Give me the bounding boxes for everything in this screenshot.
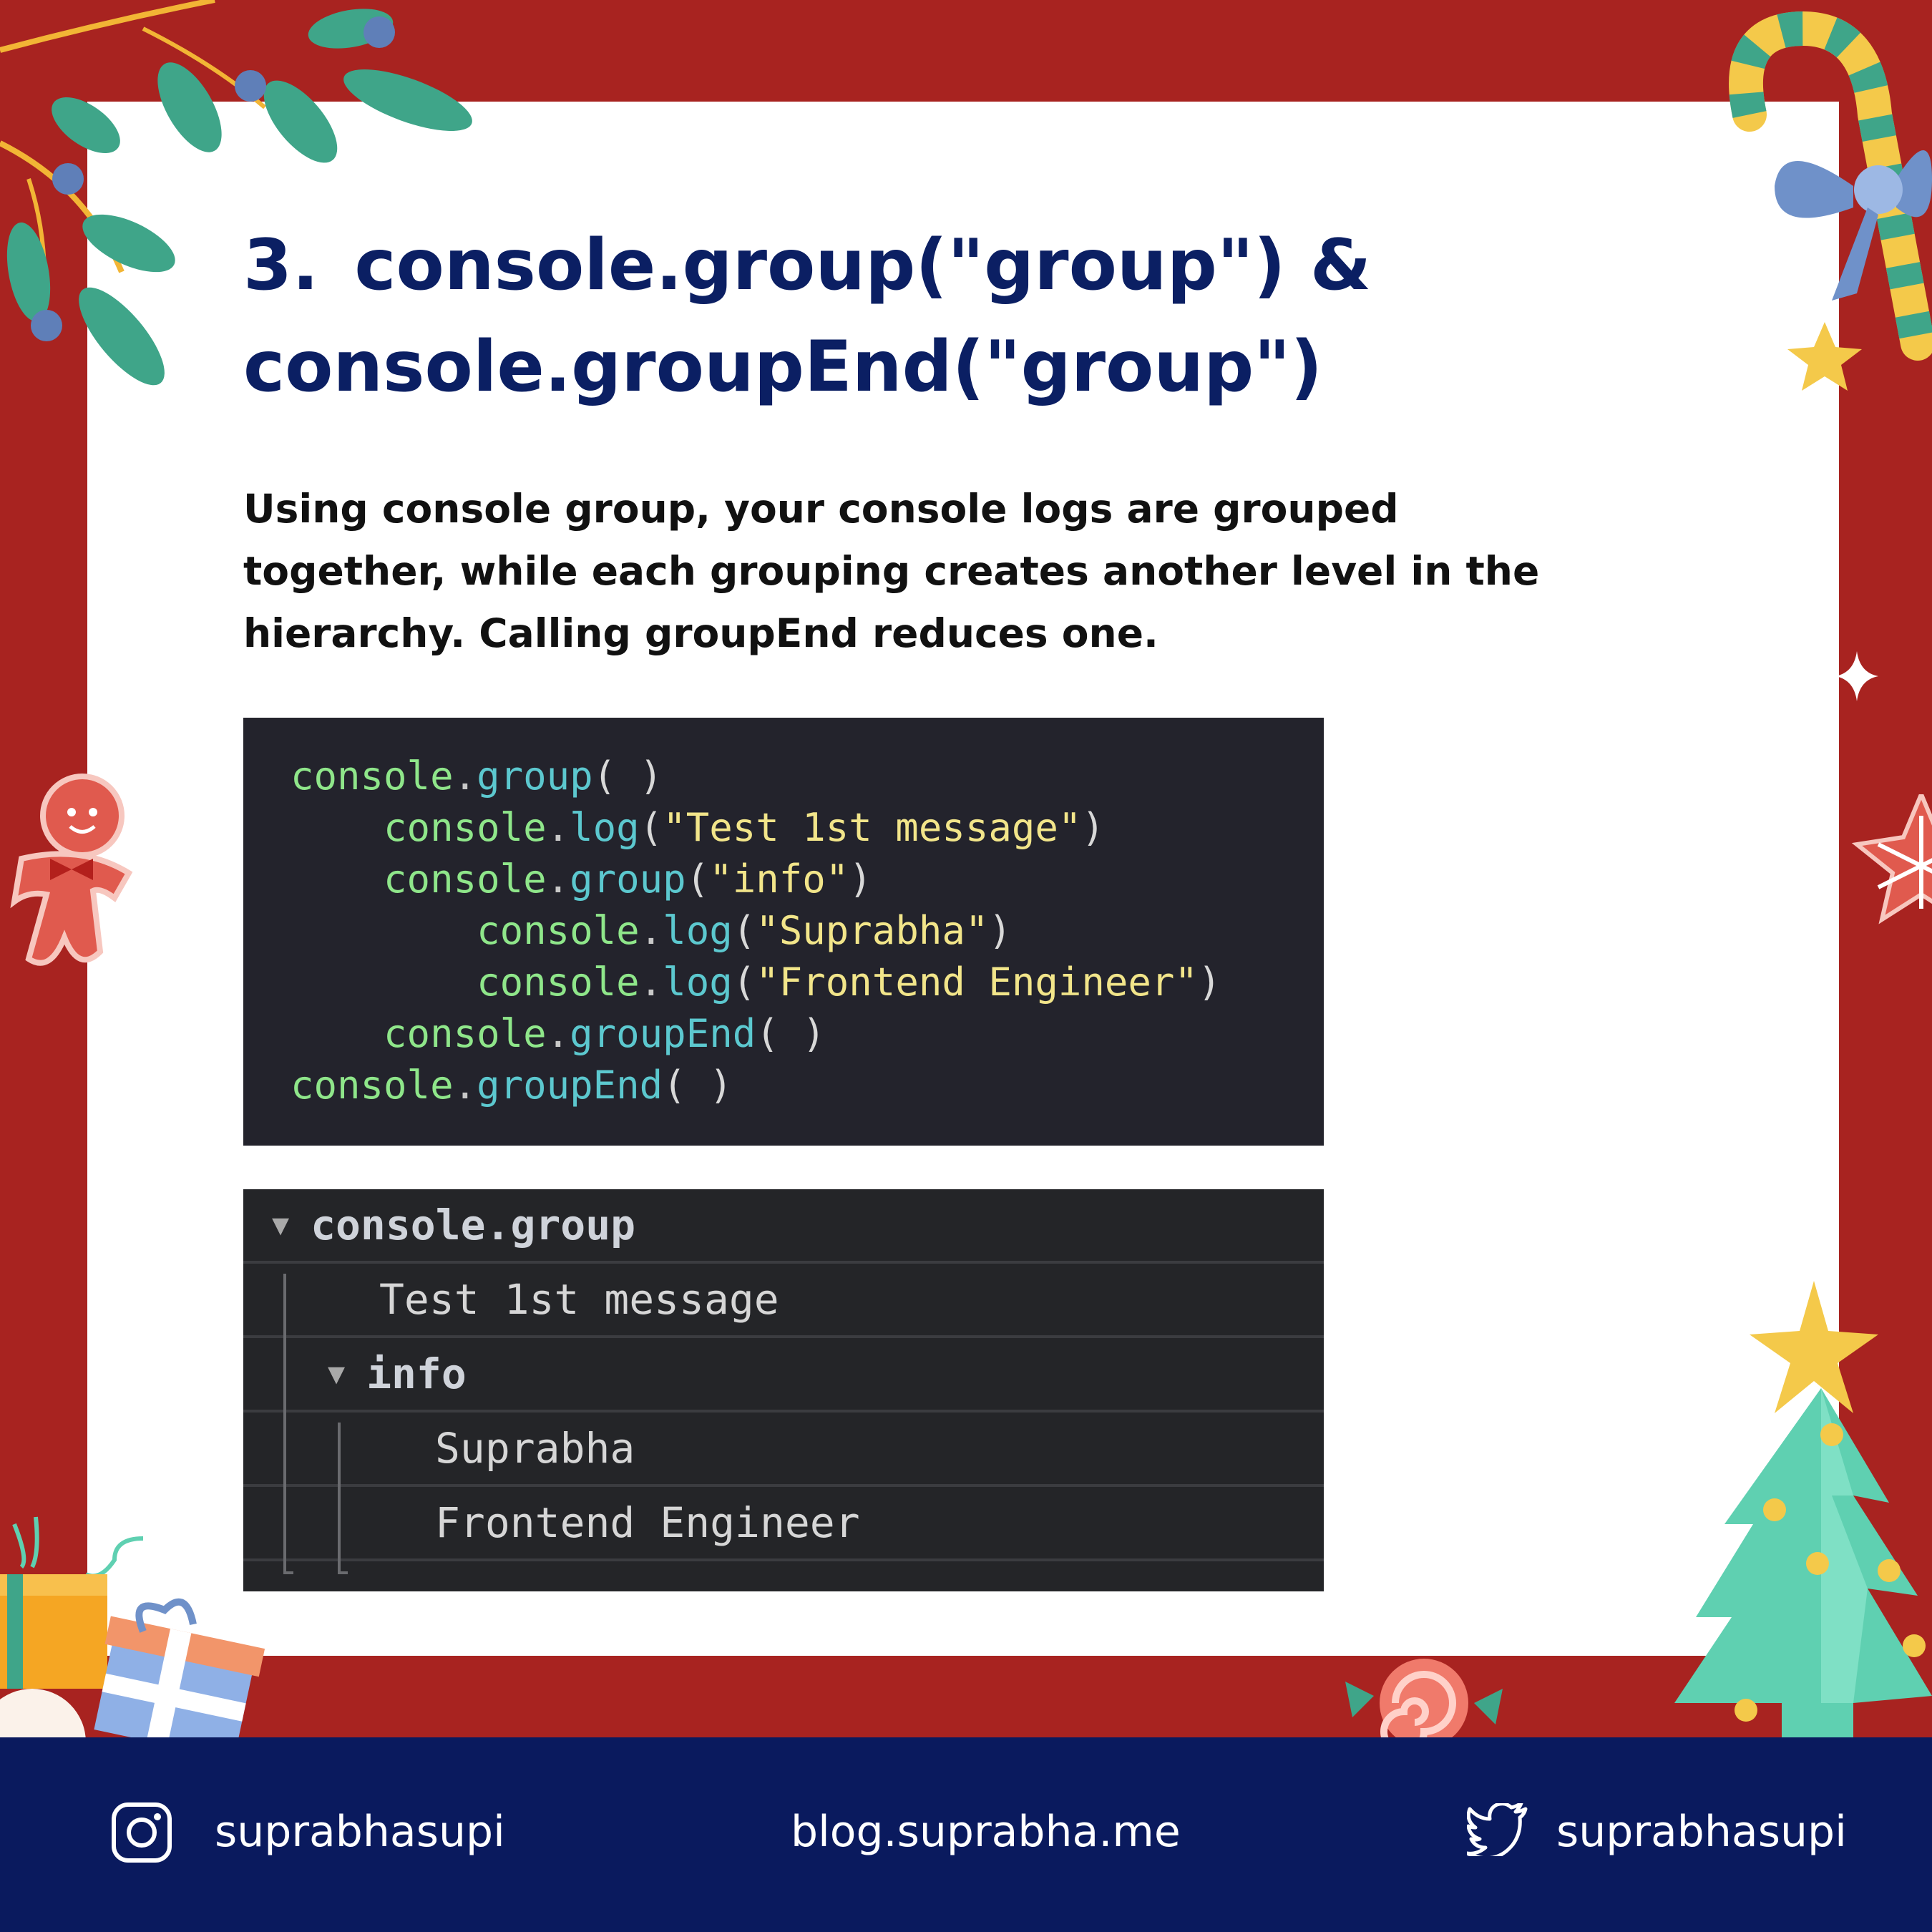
swirl-candy-decoration [1345,1659,1503,1746]
group-indent-line [283,1274,286,1574]
gift-boxes-decoration [0,1516,265,1746]
instagram-handle[interactable]: suprabhasupi [215,1803,505,1860]
candy-cane-decoration [1729,11,1932,391]
title-line-1: console.group("group") & [354,225,1372,306]
christmas-tree-decoration [1674,1281,1932,1739]
code-token: ( ) [663,1063,733,1108]
code-token: console [291,960,640,1005]
group-indent-line [338,1423,341,1574]
code-token: "Test 1st message" [663,805,1082,850]
code-token: . [639,908,663,953]
code-token: group [477,753,593,799]
console-group-label: console.group [311,1201,636,1249]
console-log-text: Frontend Engineer [435,1498,860,1547]
instagram-icon[interactable] [111,1802,172,1863]
code-token: ( [732,908,756,953]
code-token: log [663,960,733,1005]
code-snippet: console.group( ) console.log("Test 1st m… [243,718,1324,1146]
console-log-row: Test 1st message [243,1264,1324,1338]
code-token: console [291,753,454,799]
group-indent-line [338,1571,348,1574]
code-token: . [546,857,570,902]
expand-triangle-icon[interactable]: ▼ [328,1357,345,1390]
console-log-text: Suprabha [435,1424,635,1473]
code-token: ( [686,857,710,902]
sparkle-decoration [1835,651,1878,701]
twitter-icon[interactable] [1467,1803,1528,1856]
code-token: console [291,805,547,850]
code-token: log [663,908,733,953]
blog-link[interactable]: blog.suprabha.me [791,1803,1181,1860]
code-token: ) [988,908,1012,953]
code-line: console.log("Test 1st message") [291,802,1324,854]
console-log-text: Test 1st message [379,1275,779,1324]
code-line: console.log("Suprabha") [291,905,1324,957]
code-token: console [291,1063,454,1108]
title-number: 3. [243,225,319,306]
code-token: console [291,1011,547,1056]
code-token: console [291,857,547,902]
console-log-row: Suprabha [243,1413,1324,1487]
page-title: 3. console.group("group") & console.group… [243,215,1603,418]
code-line: console.groupEnd( ) [291,1008,1324,1060]
console-log-row: Frontend Engineer [243,1487,1324,1561]
code-line: console.group("info") [291,854,1324,905]
code-token: console [291,908,640,953]
code-token: . [546,805,570,850]
gingerbread-decoration [10,774,133,966]
code-token: ) [849,857,872,902]
title-line-2: console.groupEnd("group") [243,326,1323,408]
console-subgroup-label: info [366,1350,467,1398]
code-token: log [570,805,640,850]
snowflake-cookie-decoration [1851,794,1932,924]
code-token: ( [732,960,756,1005]
code-token: . [546,1011,570,1056]
code-token: group [570,857,686,902]
code-token: groupEnd [477,1063,663,1108]
code-token: . [453,1063,477,1108]
console-subgroup-row[interactable]: ▼ info [243,1338,1324,1413]
code-token: ( ) [592,753,663,799]
code-line: console.group( ) [291,751,1324,802]
code-token: groupEnd [570,1011,756,1056]
code-token: . [453,753,477,799]
console-output-panel: ▼ console.group Test 1st message ▼ info … [243,1189,1324,1591]
code-token: "Suprabha" [756,908,989,953]
expand-triangle-icon[interactable]: ▼ [272,1209,289,1241]
code-line: console.log("Frontend Engineer") [291,957,1324,1008]
code-line: console.groupEnd( ) [291,1060,1324,1111]
code-token: . [639,960,663,1005]
code-token: ) [1197,960,1221,1005]
console-group-row[interactable]: ▼ console.group [243,1189,1324,1264]
description-text: Using console group, your console logs a… [243,486,1540,656]
code-token: ( ) [756,1011,826,1056]
code-token: ) [1081,805,1105,850]
code-token: "Frontend Engineer" [756,960,1198,1005]
group-indent-line [283,1571,293,1574]
twitter-handle[interactable]: suprabhasupi [1556,1803,1847,1860]
code-token: ( [639,805,663,850]
code-token: "info" [709,857,849,902]
